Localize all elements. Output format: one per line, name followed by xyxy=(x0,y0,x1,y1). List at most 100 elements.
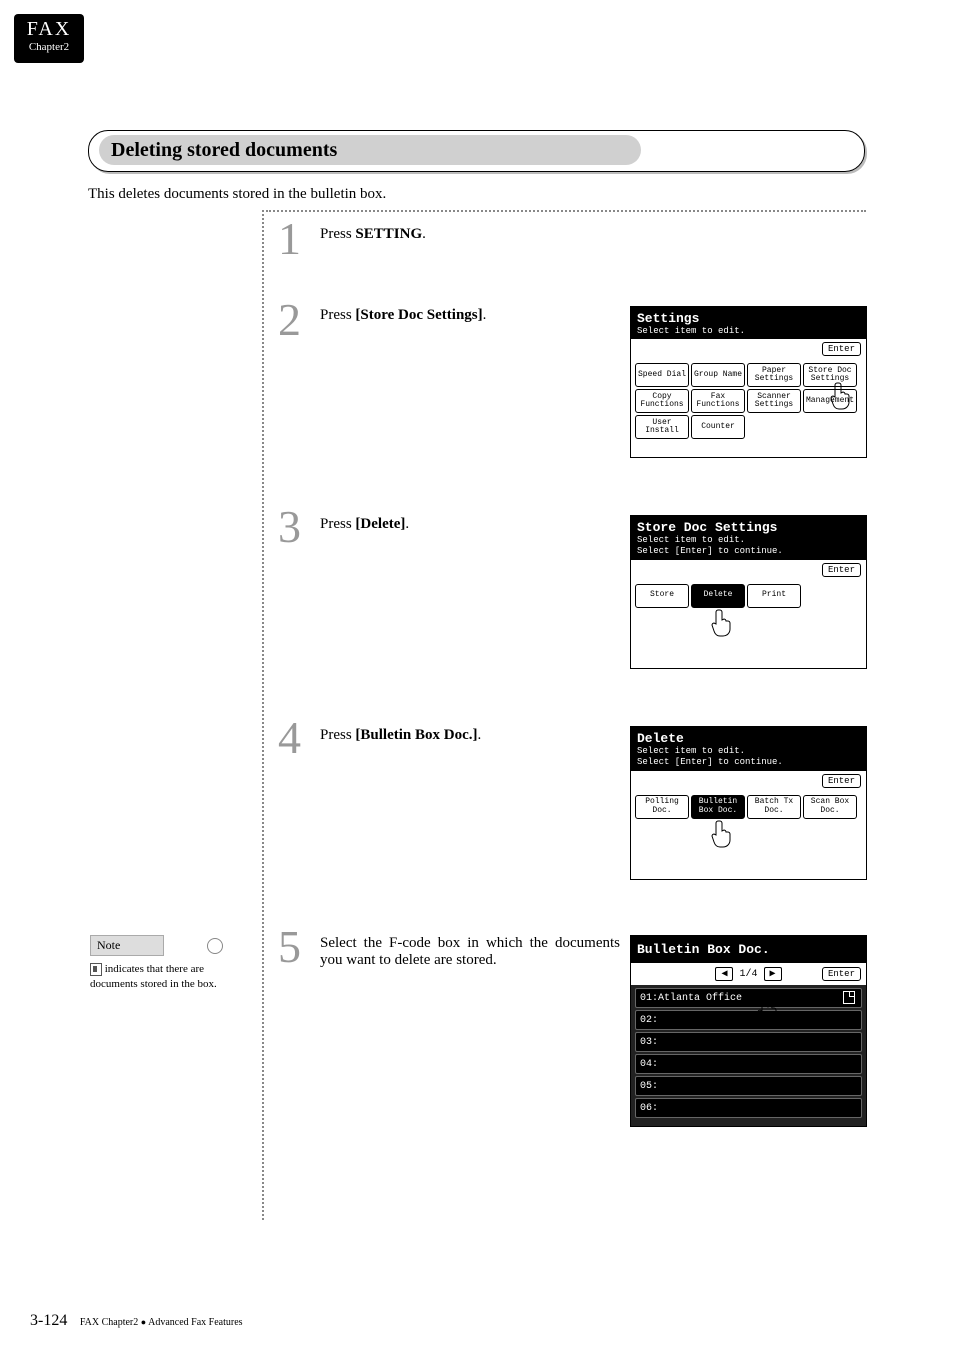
lcd-delete-grid: Polling Doc. Bulletin Box Doc. Batch Tx … xyxy=(631,791,866,879)
step-text-3: Press [Delete]. xyxy=(320,516,620,533)
pointer-hand-icon xyxy=(755,995,781,1025)
btn-group-name[interactable]: Group Name xyxy=(691,363,745,387)
list-item[interactable]: 01:Atlanta Office xyxy=(635,988,862,1008)
lcd-store-doc-sub2: Select [Enter] to continue. xyxy=(637,546,860,557)
lcd-bulletin-list: 01:Atlanta Office 02: 03: 04: 05: 06: xyxy=(631,985,866,1126)
lcd-store-doc: Store Doc Settings Select item to edit. … xyxy=(630,515,867,669)
page-indicator: 1/4 xyxy=(739,969,757,980)
step3-bold: [Delete] xyxy=(355,516,405,532)
section-header: Deleting stored documents xyxy=(88,130,865,172)
step-number-5: 5 xyxy=(278,920,301,973)
section-title: Deleting stored documents xyxy=(99,135,641,165)
list-item[interactable]: 05: xyxy=(635,1076,862,1096)
btn-paper-settings[interactable]: Paper Settings xyxy=(747,363,801,387)
enter-button[interactable]: Enter xyxy=(822,342,861,356)
list-item-label: 06: xyxy=(640,1103,658,1114)
btn-bulletin-box-doc[interactable]: Bulletin Box Doc. xyxy=(691,795,745,819)
list-item-label: 02: xyxy=(640,1015,658,1026)
btn-counter[interactable]: Counter xyxy=(691,415,745,439)
step4-post: . xyxy=(478,727,482,743)
list-item-label: 03: xyxy=(640,1037,658,1048)
lcd-settings-header: Settings Select item to edit. xyxy=(631,307,866,339)
list-item[interactable]: 04: xyxy=(635,1054,862,1074)
lcd-delete-header: Delete Select item to edit. Select [Ente… xyxy=(631,727,866,771)
enter-button[interactable]: Enter xyxy=(822,774,861,788)
btn-fax-functions[interactable]: Fax Functions xyxy=(691,389,745,413)
lcd-delete-sub2: Select [Enter] to continue. xyxy=(637,757,860,768)
step1-bold: SETTING xyxy=(355,226,422,242)
tab-subtitle: Chapter2 xyxy=(14,41,84,53)
lcd-bulletin: Bulletin Box Doc. ◀ 1/4 ▶ Enter 01:Atlan… xyxy=(630,935,867,1127)
pointer-hand-icon xyxy=(828,381,854,411)
lcd-bulletin-header: Bulletin Box Doc. xyxy=(631,936,866,963)
next-page-button[interactable]: ▶ xyxy=(764,967,782,981)
btn-batch-tx-doc[interactable]: Batch Tx Doc. xyxy=(747,795,801,819)
step1-post: . xyxy=(422,226,426,242)
step-number-4: 4 xyxy=(278,711,301,764)
footer-section: Advanced Fax Features xyxy=(148,1317,242,1328)
list-item-label: 01:Atlanta Office xyxy=(640,993,742,1004)
list-item-label: 04: xyxy=(640,1059,658,1070)
lcd-store-doc-enter-row: Enter xyxy=(631,560,866,580)
step4-pre: Press xyxy=(320,727,355,743)
tab-title: FAX xyxy=(14,18,84,41)
list-item[interactable]: 02: xyxy=(635,1010,862,1030)
btn-print[interactable]: Print xyxy=(747,584,801,608)
enter-button[interactable]: Enter xyxy=(822,563,861,577)
btn-copy-functions[interactable]: Copy Functions xyxy=(635,389,689,413)
lcd-settings-enter-row: Enter xyxy=(631,339,866,359)
list-item[interactable]: 06: xyxy=(635,1098,862,1118)
step1-pre: Press xyxy=(320,226,355,242)
lcd-bulletin-title: Bulletin Box Doc. xyxy=(637,942,860,957)
pointer-hand-icon xyxy=(709,819,735,849)
btn-delete[interactable]: Delete xyxy=(691,584,745,608)
step-number-1: 1 xyxy=(278,212,301,265)
btn-scan-box-doc[interactable]: Scan Box Doc. xyxy=(803,795,857,819)
step-number-2: 2 xyxy=(278,293,301,346)
page-footer: 3-124 FAX Chapter2 ● Advanced Fax Featur… xyxy=(30,1312,243,1330)
step-text-4: Press [Bulletin Box Doc.]. xyxy=(320,727,620,744)
step-text-1: Press SETTING. xyxy=(320,226,620,243)
lcd-delete-sub1: Select item to edit. xyxy=(637,746,860,757)
divider-horizontal xyxy=(266,210,866,212)
step3-pre: Press xyxy=(320,516,355,532)
note-body-text: indicates that there are documents store… xyxy=(90,963,217,990)
step2-bold: [Store Doc Settings] xyxy=(355,307,482,323)
btn-speed-dial[interactable]: Speed Dial xyxy=(635,363,689,387)
lcd-settings-sub: Select item to edit. xyxy=(637,326,860,337)
step-number-3: 3 xyxy=(278,500,301,553)
btn-polling-doc[interactable]: Polling Doc. xyxy=(635,795,689,819)
enter-button[interactable]: Enter xyxy=(822,967,861,981)
btn-user-install[interactable]: User Install xyxy=(635,415,689,439)
step2-post: . xyxy=(483,307,487,323)
lcd-delete-title: Delete xyxy=(637,731,860,746)
note-label: Note xyxy=(90,935,164,956)
step4-bold: [Bulletin Box Doc.] xyxy=(355,727,477,743)
note-block: Note indicates that there are documents … xyxy=(90,935,250,993)
footer-separator: ● xyxy=(141,1317,146,1327)
lcd-delete: Delete Select item to edit. Select [Ente… xyxy=(630,726,867,880)
lcd-store-doc-sub1: Select item to edit. xyxy=(637,535,860,546)
lcd-store-doc-grid: Store Delete Print xyxy=(631,580,866,668)
chapter-tab: FAX Chapter2 xyxy=(14,14,84,63)
intro-text: This deletes documents stored in the bul… xyxy=(88,186,386,203)
lcd-settings-title: Settings xyxy=(637,311,860,326)
lcd-store-doc-title: Store Doc Settings xyxy=(637,520,860,535)
note-circle-icon xyxy=(207,938,223,954)
note-body: indicates that there are documents store… xyxy=(90,962,250,993)
btn-scanner-settings[interactable]: Scanner Settings xyxy=(747,389,801,413)
step2-pre: Press xyxy=(320,307,355,323)
lcd-store-doc-header: Store Doc Settings Select item to edit. … xyxy=(631,516,866,560)
divider-vertical xyxy=(262,210,264,1220)
page-number: 3-124 xyxy=(30,1312,67,1329)
pointer-hand-icon xyxy=(709,608,735,638)
btn-store[interactable]: Store xyxy=(635,584,689,608)
lcd-bulletin-toolbar: ◀ 1/4 ▶ Enter xyxy=(631,963,866,985)
list-item[interactable]: 03: xyxy=(635,1032,862,1052)
document-stored-icon xyxy=(843,991,855,1004)
document-stored-icon xyxy=(90,963,102,976)
step3-post: . xyxy=(405,516,409,532)
prev-page-button[interactable]: ◀ xyxy=(715,967,733,981)
lcd-delete-enter-row: Enter xyxy=(631,771,866,791)
footer-chapter: FAX Chapter2 xyxy=(80,1317,138,1328)
